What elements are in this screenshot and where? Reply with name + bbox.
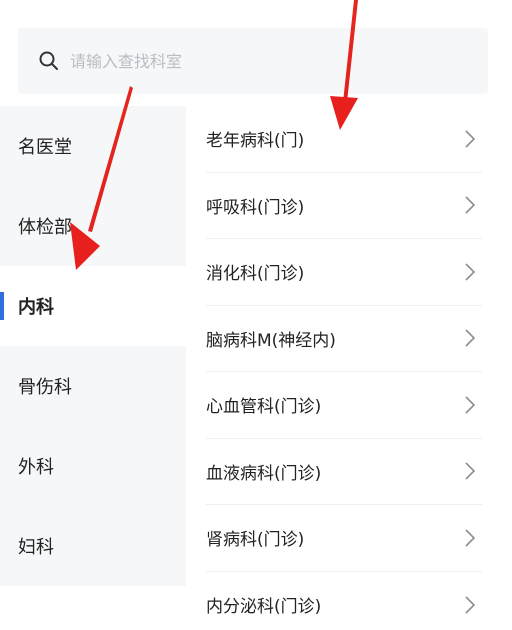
department-label: 内分泌科(门诊): [206, 597, 322, 618]
sidebar-item-label: 妇科: [18, 537, 54, 558]
department-label: 肾病科(门诊): [206, 530, 305, 551]
list-item[interactable]: 肾病科(门诊): [206, 505, 482, 572]
active-indicator: [0, 292, 4, 320]
department-label: 消化科(门诊): [206, 264, 305, 285]
chevron-right-icon: [465, 396, 476, 414]
chevron-right-icon: [465, 462, 476, 480]
sidebar-item-label: 体检部: [18, 217, 72, 238]
chevron-right-icon: [465, 596, 476, 614]
chevron-right-icon: [465, 263, 476, 281]
sidebar-item-gushangke[interactable]: 骨伤科: [0, 346, 186, 426]
sidebar-item-label: 外科: [18, 457, 54, 478]
chevron-right-icon: [465, 529, 476, 547]
list-item[interactable]: 内分泌科(门诊): [206, 572, 482, 630]
list-item[interactable]: 消化科(门诊): [206, 239, 482, 306]
list-item[interactable]: 呼吸科(门诊): [206, 173, 482, 239]
department-selector-page: 名医堂 体检部 内科 骨伤科 外科 妇科 老年病科(门) 呼吸科(门诊) 消化科…: [0, 0, 512, 630]
sidebar-item-tijianbu[interactable]: 体检部: [0, 186, 186, 266]
sidebar-item-label: 内科: [18, 297, 54, 318]
department-label: 脑病科M(神经内): [206, 330, 336, 351]
sidebar-item-label: 骨伤科: [18, 377, 72, 398]
sidebar-item-fuke[interactable]: 妇科: [0, 506, 186, 586]
sidebar-item-label: 名医堂: [18, 137, 72, 158]
search-icon: [39, 51, 58, 70]
sidebar-item-waike[interactable]: 外科: [0, 426, 186, 506]
list-item[interactable]: 血液病科(门诊): [206, 439, 482, 505]
department-label: 心血管科(门诊): [206, 397, 322, 418]
list-item[interactable]: 心血管科(门诊): [206, 372, 482, 439]
search-bar[interactable]: [18, 28, 488, 94]
list-item[interactable]: 老年病科(门): [206, 106, 482, 173]
chevron-right-icon: [465, 329, 476, 347]
category-sidebar: 名医堂 体检部 内科 骨伤科 外科 妇科: [0, 106, 186, 630]
sidebar-item-neike[interactable]: 内科: [0, 266, 186, 346]
chevron-right-icon: [465, 196, 476, 214]
chevron-right-icon: [465, 130, 476, 148]
list-item[interactable]: 脑病科M(神经内): [206, 306, 482, 372]
sidebar-item-mingyitang[interactable]: 名医堂: [0, 106, 186, 186]
department-label: 呼吸科(门诊): [206, 197, 305, 218]
department-label: 血液病科(门诊): [206, 463, 322, 484]
department-label: 老年病科(门): [206, 131, 305, 152]
department-list: 老年病科(门) 呼吸科(门诊) 消化科(门诊) 脑病科M(神经内) 心血管科(门…: [206, 106, 482, 630]
search-input[interactable]: [68, 50, 472, 72]
